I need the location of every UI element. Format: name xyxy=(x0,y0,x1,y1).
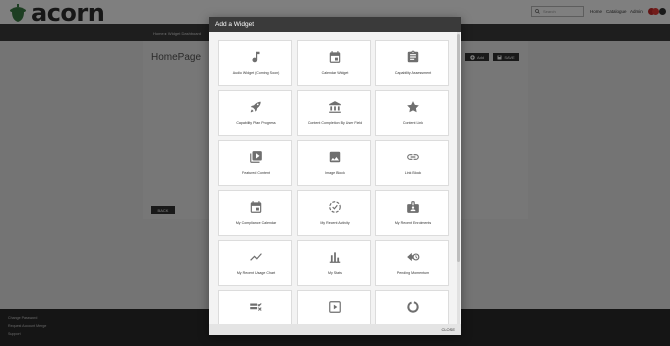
widget-tile-recent-enrolments[interactable]: My Recent Enrolments xyxy=(375,190,449,236)
widget-tile-donut[interactable] xyxy=(375,290,449,324)
add-widget-modal: Add a Widget Audio Widget (Coming Soon) … xyxy=(209,17,461,335)
badge-icon xyxy=(407,201,419,213)
widget-tile-compliance-calendar[interactable]: My Compliance Calendar xyxy=(218,190,292,236)
photo-library-icon xyxy=(250,151,262,163)
calendar-icon xyxy=(329,51,341,63)
widget-tile-image-block[interactable]: Image Block xyxy=(297,140,371,186)
widget-label: Capability Plan Progress xyxy=(236,121,276,125)
widget-tile-audio[interactable]: Audio Widget (Coming Soon) xyxy=(218,40,292,86)
widget-tile-calendar[interactable]: Calendar Widget xyxy=(297,40,371,86)
widget-label: My Compliance Calendar xyxy=(235,221,277,225)
checklist-icon xyxy=(250,303,262,311)
widget-label: Featured Content xyxy=(242,171,270,175)
play-icon xyxy=(329,301,341,313)
widget-label: My Recent Usage Chart xyxy=(236,271,276,275)
widget-tile-video[interactable] xyxy=(297,290,371,324)
widget-label: Pending Momentum xyxy=(396,271,430,275)
widget-label: My Recent Activity xyxy=(320,221,350,225)
widget-tile-my-stats[interactable]: My Stats xyxy=(297,240,371,286)
widget-label: Image Block xyxy=(325,171,345,175)
activity-circle-icon xyxy=(329,201,341,213)
modal-footer: CLOSE xyxy=(209,324,461,335)
calendar-icon xyxy=(250,201,262,213)
widget-label: Calendar Widget xyxy=(321,71,349,75)
image-icon xyxy=(329,151,341,163)
widget-label: Link Block xyxy=(404,171,422,175)
star-icon xyxy=(407,101,419,113)
widget-label: Capability Assessment xyxy=(394,71,432,75)
widget-label: Content Completion By User Field xyxy=(307,121,363,125)
widget-tile-recent-usage-chart[interactable]: My Recent Usage Chart xyxy=(218,240,292,286)
widget-tile-pending-momentum[interactable]: Pending Momentum xyxy=(375,240,449,286)
donut-icon xyxy=(407,301,419,313)
trend-line-icon xyxy=(250,253,262,261)
widget-label: Content Link xyxy=(402,121,424,125)
widget-tile-checklist[interactable] xyxy=(218,290,292,324)
link-icon xyxy=(407,154,419,160)
music-note-icon xyxy=(252,51,260,63)
rocket-icon xyxy=(250,101,261,113)
modal-header: Add a Widget xyxy=(209,17,461,32)
modal-scrollbar-thumb[interactable] xyxy=(457,34,460,262)
widget-tile-content-completion[interactable]: Content Completion By User Field xyxy=(297,90,371,136)
widget-tile-featured-content[interactable]: Featured Content xyxy=(218,140,292,186)
widget-label: My Stats xyxy=(328,271,342,275)
widget-tile-content-link[interactable]: Content Link xyxy=(375,90,449,136)
widget-tile-capability-plan[interactable]: Capability Plan Progress xyxy=(218,90,292,136)
close-button[interactable]: CLOSE xyxy=(441,327,455,332)
modal-title: Add a Widget xyxy=(215,21,255,28)
widget-grid: Audio Widget (Coming Soon) Calendar Widg… xyxy=(209,32,461,324)
widget-tile-capability-assessment[interactable]: Capability Assessment xyxy=(375,40,449,86)
widget-tile-link-block[interactable]: Link Block xyxy=(375,140,449,186)
widget-label: My Recent Enrolments xyxy=(394,221,432,225)
widget-label: Audio Widget (Coming Soon) xyxy=(232,71,280,75)
momentum-icon xyxy=(407,252,420,262)
bar-chart-icon xyxy=(329,252,341,263)
clipboard-icon xyxy=(407,50,419,63)
bank-icon xyxy=(329,101,341,113)
widget-tile-recent-activity[interactable]: My Recent Activity xyxy=(297,190,371,236)
